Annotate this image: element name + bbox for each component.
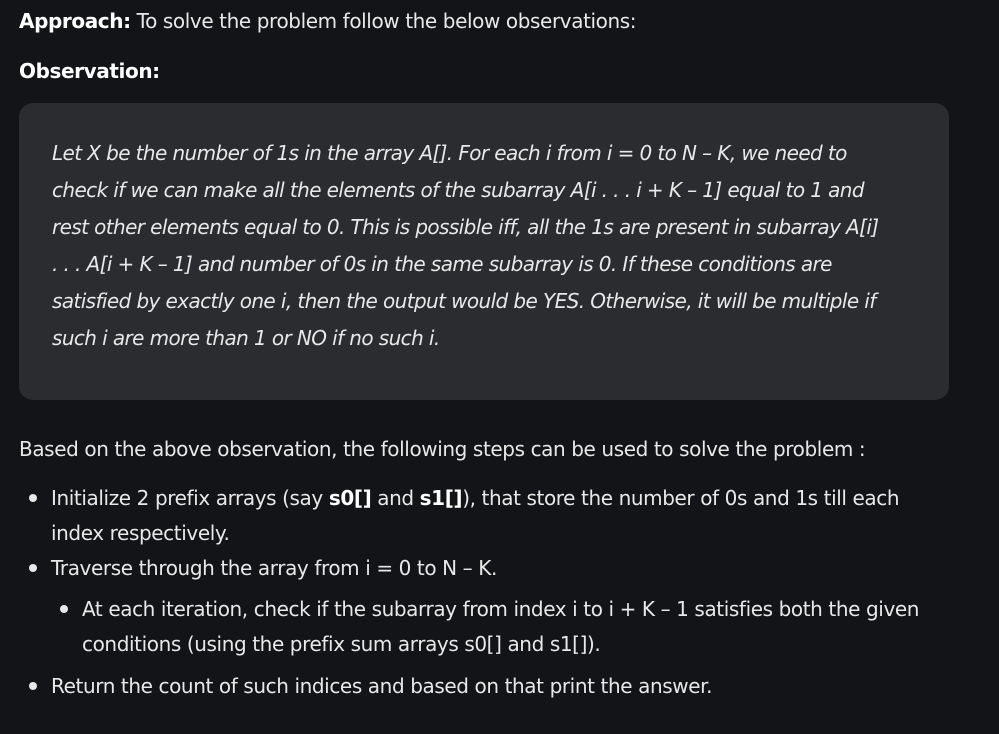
bullet-icon [29,682,37,690]
step-1-before: Initialize 2 prefix arrays (say [51,486,329,510]
step-1-line-1: Initialize 2 prefix arrays (say s0[] and… [51,484,900,512]
steps-intro: Based on the above observation, the foll… [19,437,866,461]
bullet-icon [29,494,37,502]
step-1-after: ), that store the number of 0s and 1s ti… [462,486,900,510]
note-line-6: such i are more than 1 or NO if no such … [52,326,440,350]
step-2-text: Traverse through the array from i = 0 to… [51,556,497,580]
approach-line: Approach: To solve the problem follow th… [19,7,637,35]
code-s1: s1[] [419,486,463,510]
observation-note: Let X be the number of 1s in the array A… [19,103,949,400]
substep-line-2: conditions (using the prefix sum arrays … [82,632,601,656]
bullet-icon [60,605,68,613]
observation-heading: Observation: [19,59,160,83]
substep-line-1: At each iteration, check if the subarray… [82,597,920,621]
note-line-2: check if we can make all the elements of… [52,178,865,202]
bullet-icon [29,564,37,572]
note-line-3: rest other elements equal to 0. This is … [52,215,879,239]
note-line-4: . . . A[i + K – 1] and number of 0s in t… [52,252,832,276]
approach-text: To solve the problem follow the below ob… [130,9,637,33]
code-s0: s0[] [328,486,372,510]
approach-label: Approach: [19,9,131,33]
step-1-mid: and [371,486,420,510]
step-1-line-2: index respectively. [51,521,230,545]
note-line-5: satisfied by exactly one i, then the out… [52,289,876,313]
note-line-1: Let X be the number of 1s in the array A… [52,141,847,165]
step-3-text: Return the count of such indices and bas… [51,674,713,698]
